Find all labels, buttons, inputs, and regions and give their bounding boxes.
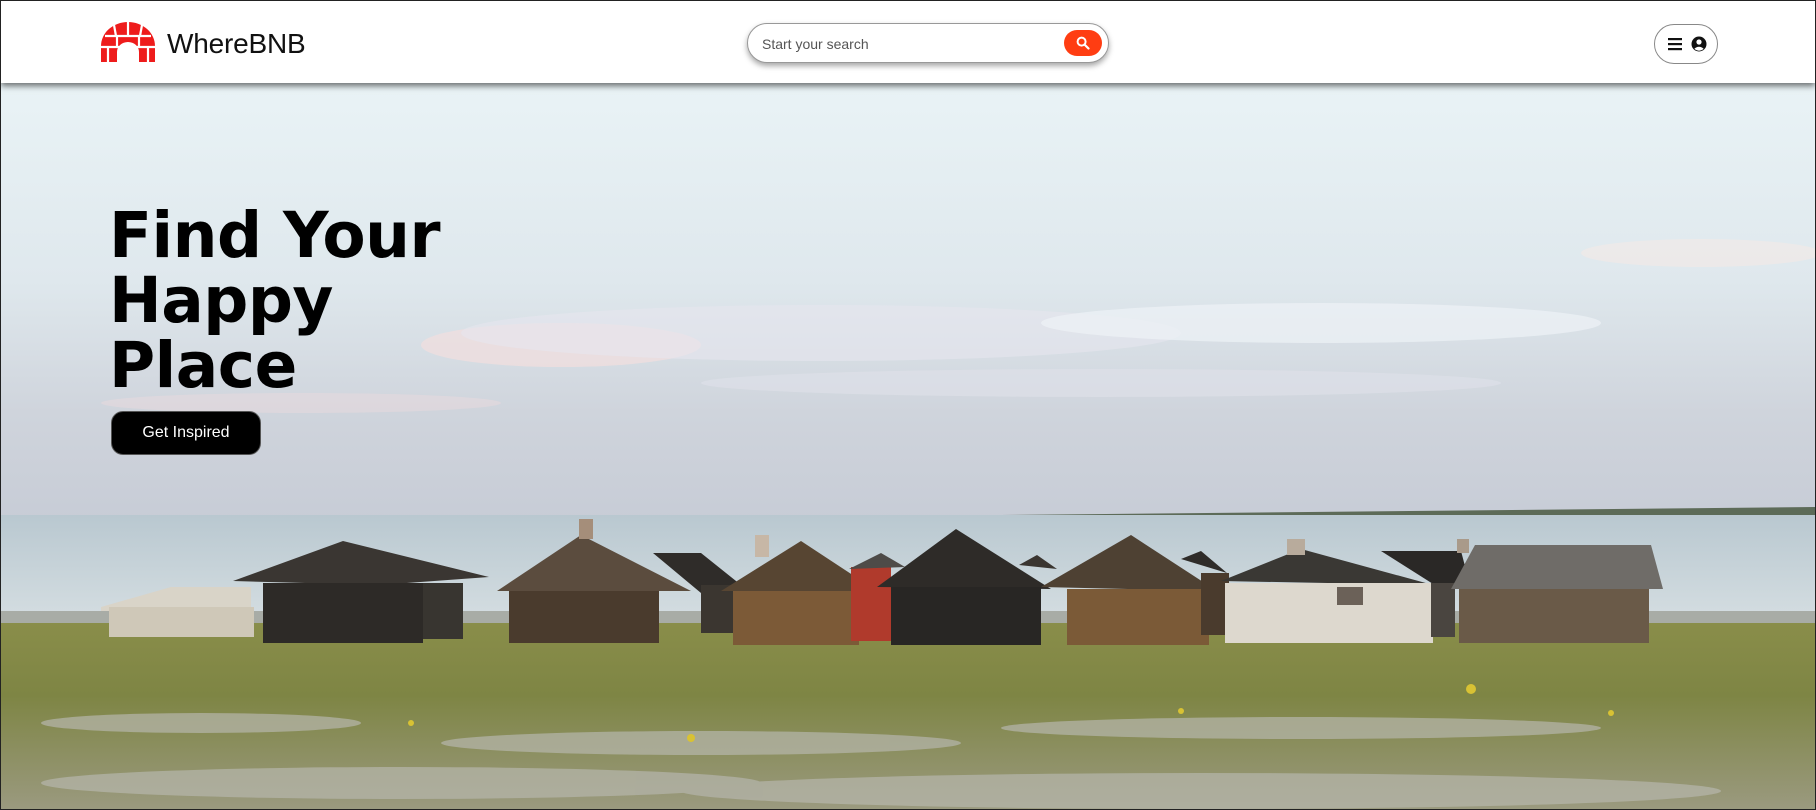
brand-name[interactable]: WhereBNB (167, 28, 306, 60)
search-bar[interactable] (747, 23, 1109, 63)
hero-headline: Find Your Happy Place (109, 203, 509, 398)
headline-line: Find Your (109, 199, 441, 272)
page-frame: WhereBNB Start your search Find Your Hap… (0, 0, 1816, 810)
top-navbar: WhereBNB (1, 1, 1815, 83)
search-button[interactable] (1064, 30, 1102, 56)
headline-line: Happy (109, 264, 334, 337)
user-circle-icon (1691, 36, 1707, 52)
search-icon (1076, 36, 1090, 50)
igloo-logo-icon[interactable] (99, 20, 157, 64)
hero-background-image (1, 83, 1815, 809)
headline-line: Place (109, 329, 297, 402)
search-input[interactable] (760, 32, 1054, 56)
menu-icon (1668, 38, 1682, 51)
hero-section: Find Your Happy Place Get Inspired (1, 83, 1815, 809)
user-menu-button[interactable] (1654, 24, 1718, 64)
get-inspired-button[interactable]: Get Inspired (111, 411, 261, 455)
